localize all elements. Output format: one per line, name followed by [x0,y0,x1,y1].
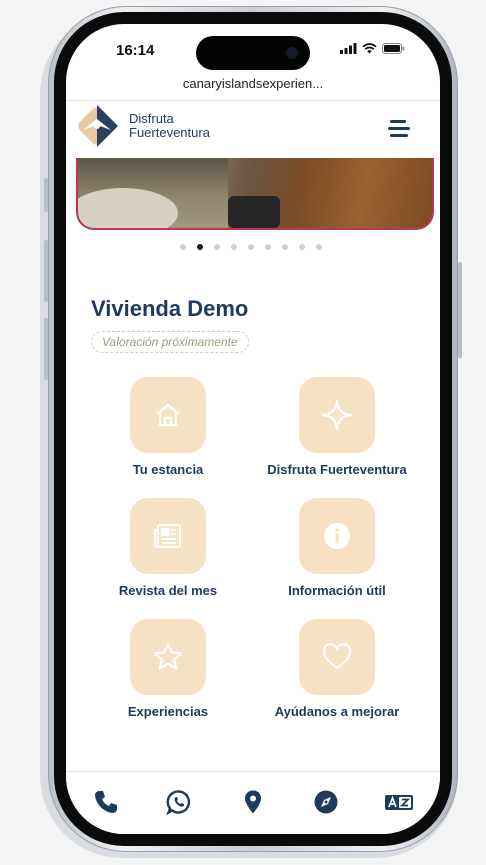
phone-screen: 16:14 canaryislandsexperien... Disfruta … [66,24,440,834]
tile-label: Información útil [288,583,386,598]
carousel-dot[interactable] [299,244,305,250]
battery-icon [382,43,405,54]
tile-icon-box [130,619,206,695]
tile-label: Tu estancia [132,462,204,477]
brand-line-1: Disfruta [129,111,174,126]
compass-icon[interactable] [312,788,340,816]
tile-icon-box [130,377,206,453]
property-title: Vivienda Demo [91,296,249,321]
carousel-dot[interactable] [214,244,220,250]
hero-carousel-image[interactable] [76,158,434,230]
side-button-action [44,178,48,212]
tile-icon-box [299,619,375,695]
armrest-shape [228,196,280,228]
tile-icon-box [299,498,375,574]
brand-logo-icon [78,105,118,147]
menu-line-icon [390,134,408,137]
bottom-navigation [66,771,440,834]
status-time: 16:14 [116,42,155,59]
carousel-dot[interactable] [316,244,322,250]
carousel-dot[interactable] [197,244,203,250]
newspaper-icon [154,524,181,549]
phone-icon[interactable] [92,788,120,816]
side-button-volume-down [44,318,48,380]
carousel-dots [180,244,322,250]
location-pin-icon[interactable] [239,788,267,816]
tile-revista-del-mes[interactable]: Revista del mes [88,498,248,598]
carousel-dot[interactable] [265,244,271,250]
camera-icon [286,47,298,59]
star-icon [153,642,183,670]
url-divider [66,100,440,101]
heart-icon [322,643,352,670]
tile-label: Disfruta Fuerteventura [267,462,407,477]
carousel-dot[interactable] [180,244,186,250]
browser-url[interactable]: canaryislandsexperien... [66,76,440,91]
tile-experiencias[interactable]: Experiencias [88,619,248,719]
tile-disfruta-fuerteventura[interactable]: Disfruta Fuerteventura [257,377,417,477]
sparkle-icon [321,399,353,431]
tile-icon-box [130,498,206,574]
carousel-dot[interactable] [248,244,254,250]
whatsapp-icon[interactable] [165,788,193,816]
side-button-power [458,262,462,358]
info-icon [324,523,350,549]
carousel-dot[interactable] [282,244,288,250]
wifi-icon [362,43,377,54]
hamburger-menu-button[interactable] [388,118,412,138]
tile-label: Experiencias [127,704,209,719]
tile-label: Ayúdanos a mejorar [274,704,400,719]
menu-line-icon [390,120,406,123]
translate-icon[interactable] [384,788,414,816]
side-button-volume-up [44,240,48,302]
brand-line-2: Fuerteventura [129,125,210,140]
signal-icon [340,43,357,54]
tile-tu-estancia[interactable]: Tu estancia [88,377,248,477]
menu-line-icon [388,127,410,130]
tile-label: Revista del mes [118,583,218,598]
carousel-dot[interactable] [231,244,237,250]
tile-informacion-util[interactable]: Información útil [257,498,417,598]
dynamic-island [196,36,310,70]
tile-ayudanos-a-mejorar[interactable]: Ayúdanos a mejorar [257,619,417,719]
brand-name[interactable]: Disfruta Fuerteventura [129,112,210,140]
status-icons [340,43,405,54]
rating-badge: Valoración próximamente [91,331,249,353]
tile-icon-box [299,377,375,453]
house-icon [156,403,180,427]
